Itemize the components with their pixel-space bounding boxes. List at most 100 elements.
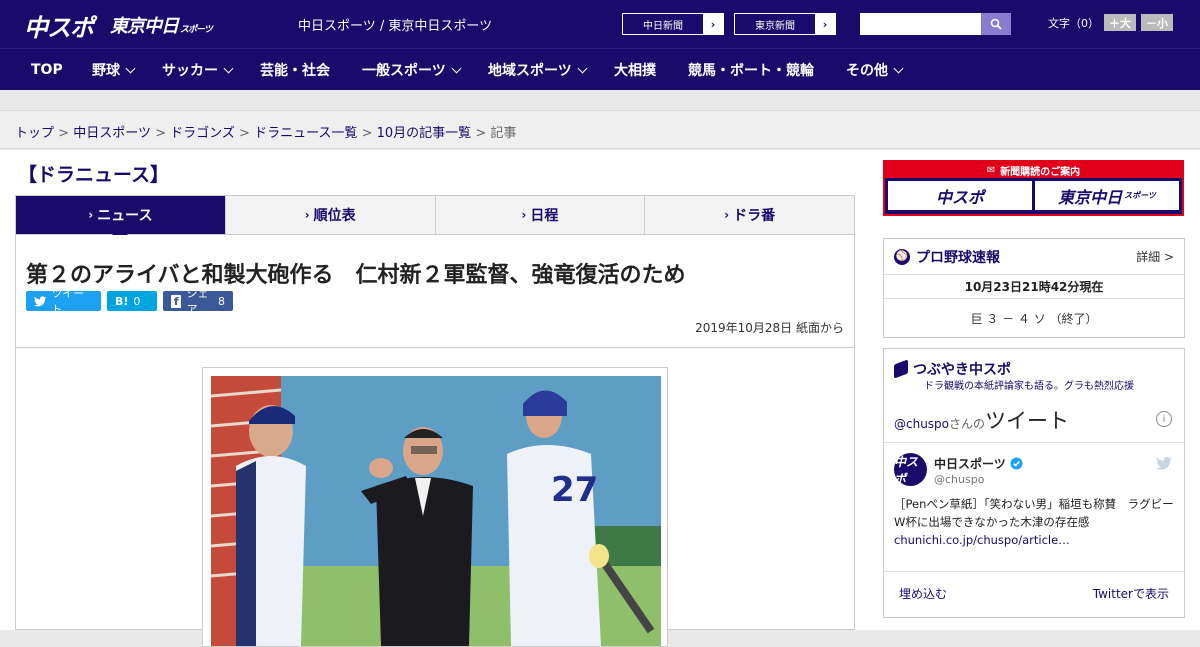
nav-item-sumo[interactable]: 大相撲 [614, 49, 656, 91]
tokyo-chunichi-logo-sub: スポーツ [180, 25, 213, 35]
megaphone-icon [894, 359, 908, 379]
tokyo-chunichi-logo-text: 東京中日 [110, 16, 179, 37]
score-game-row[interactable]: 巨 ３ － ４ ソ （終了） [884, 299, 1184, 337]
scores-detail-link[interactable]: 詳細 > [1136, 248, 1174, 265]
share-buttons: ツイート B! 0 f シェア 8 [26, 287, 233, 316]
subscription-logos: 中スポ 東京中日 スポーツ [885, 178, 1182, 213]
breadcrumb-bar: トップ > 中日スポーツ > ドラゴンズ > ドラニュース一覧 > 10月の記事… [0, 110, 1200, 149]
subscribe-tokyo-chunichi-label: 東京中日 [1058, 187, 1123, 207]
scores-title: プロ野球速報 [916, 249, 1000, 266]
twitter-bird-icon[interactable] [1156, 455, 1172, 474]
tab-label: ドラ番 [733, 208, 776, 224]
tweet-author-handle[interactable]: @chuspo [934, 473, 984, 486]
nav-item-top[interactable]: TOP [31, 49, 63, 91]
nav-item-baseball[interactable]: 野球 [92, 49, 136, 91]
nav-item-entertainment[interactable]: 芸能・社会 [260, 49, 330, 91]
embed-link[interactable]: 埋め込む [899, 585, 947, 602]
tweet-author-name: 中日スポーツ [934, 457, 1006, 471]
scores-header: ⚾ プロ野球速報 詳細 > [884, 239, 1184, 275]
main-nav: TOP 野球 サッカー 芸能・社会 一般スポーツ 地域スポーツ 大相撲 競馬・ボ… [0, 48, 1200, 90]
svg-text:27: 27 [551, 470, 598, 510]
subscription-banner[interactable]: ✉ 新聞購読のご案内 中スポ 東京中日 スポーツ [883, 160, 1184, 216]
font-size-control: 文字（0） ＋大 －小 [1048, 14, 1173, 31]
chevron-right-icon: › [724, 208, 730, 222]
info-icon[interactable]: i [1156, 411, 1172, 427]
hatena-bookmark-button[interactable]: B! 0 [107, 291, 157, 311]
tokyo-chunichi-logo[interactable]: 東京中日 スポーツ [110, 12, 213, 38]
article-photo[interactable]: 27 [211, 376, 661, 646]
subscribe-chuspo-link[interactable]: 中スポ [888, 181, 1032, 210]
nav-label: 野球 [92, 63, 120, 79]
timeline-handle[interactable]: @chuspo [894, 417, 949, 431]
breadcrumb-link-october-list[interactable]: 10月の記事一覧 [377, 126, 472, 141]
article: 第２のアライバと和製大砲作る 仁村新２軍監督、強竜復活のため ツイート B! 0… [15, 235, 855, 647]
nav-item-soccer[interactable]: サッカー [162, 49, 234, 91]
timeline-tweets-label: ツイート [985, 409, 1070, 433]
chevron-down-icon [125, 63, 136, 73]
section-title: 【ドラニュース】 [18, 164, 170, 186]
nav-item-other[interactable]: その他 [846, 49, 904, 91]
chevron-right-icon: › [815, 14, 835, 34]
chevron-right-icon: › [521, 208, 527, 222]
hatena-count: 0 [133, 294, 141, 308]
font-decrease-button[interactable]: －小 [1141, 14, 1173, 31]
subscription-header-label: 新聞購読のご案内 [1000, 166, 1081, 178]
chevron-right-icon: › [88, 208, 94, 222]
breadcrumb-link-top[interactable]: トップ [15, 126, 54, 141]
chuspo-logo[interactable]: 中スポ [24, 8, 94, 43]
facebook-label: シェア [186, 287, 209, 316]
subscribe-tokyo-chunichi-link[interactable]: 東京中日 スポーツ [1035, 181, 1179, 210]
chevron-down-icon [223, 63, 234, 73]
article-headline: 第２のアライバと和製大砲作る 仁村新２軍監督、強竜復活のため [26, 263, 686, 288]
search-button[interactable] [981, 13, 1011, 35]
divider [16, 347, 854, 348]
breadcrumb-separator: > [475, 126, 487, 141]
font-increase-button[interactable]: ＋大 [1104, 14, 1136, 31]
chunichi-shimbun-button[interactable]: 中日新聞 › [622, 13, 724, 35]
search-icon [990, 18, 1002, 30]
tweet-author[interactable]: 中日スポーツ [934, 455, 1023, 472]
tweet-body: ［Penペン草紙］「笑わない男」稲垣も称賛 ラグビーW杯に出場できなかった木津の… [894, 497, 1174, 529]
breadcrumb-separator: > [155, 126, 166, 141]
tweet-label: ツイート [51, 287, 85, 316]
font-size-label: 文字（0） [1048, 16, 1099, 30]
tab-standings[interactable]: › 順位表 [226, 196, 436, 234]
tweet-button[interactable]: ツイート [26, 287, 101, 316]
breadcrumb-link-chunichi-sports[interactable]: 中日スポーツ [73, 126, 151, 141]
avatar[interactable]: 中スポ [894, 453, 927, 486]
nav-label: 大相撲 [614, 63, 656, 79]
view-on-twitter-link[interactable]: Twitterで表示 [1093, 585, 1169, 602]
tab-reporters[interactable]: › ドラ番 [645, 196, 854, 234]
nav-item-local-sports[interactable]: 地域スポーツ [488, 49, 588, 91]
nav-label: 地域スポーツ [488, 63, 572, 79]
breadcrumb-link-dra-news-list[interactable]: ドラニュース一覧 [254, 126, 357, 141]
article-date: 2019年10月28日 紙面から [695, 321, 844, 335]
chevron-right-icon: › [703, 14, 723, 34]
baseball-photo-image: 27 [211, 376, 661, 646]
nav-item-general-sports[interactable]: 一般スポーツ [362, 49, 462, 91]
tweet-link[interactable]: chunichi.co.jp/chuspo/article… [894, 533, 1070, 547]
spacer [0, 90, 1200, 110]
nav-item-racing[interactable]: 競馬・ボート・競輪 [688, 49, 814, 91]
divider [884, 571, 1184, 572]
tab-schedule[interactable]: › 日程 [436, 196, 646, 234]
tokyo-shimbun-button[interactable]: 東京新聞 › [734, 13, 836, 35]
nav-label: サッカー [162, 63, 218, 79]
tab-label: ニュース [97, 208, 153, 224]
timeline-handle-suffix: さんの [949, 417, 986, 431]
tweet-text: ［Penペン草紙］「笑わない男」稲垣も称賛 ラグビーW杯に出場できなかった木津の… [894, 495, 1179, 549]
chunichi-shimbun-label: 中日新聞 [643, 20, 683, 32]
tab-label: 日程 [530, 208, 559, 224]
breadcrumb-separator: > [239, 126, 250, 141]
tab-news[interactable]: › ニュース [16, 196, 226, 242]
facebook-count: 8 [218, 294, 225, 308]
search-input[interactable] [860, 13, 981, 35]
breadcrumb-separator: > [58, 126, 70, 141]
breadcrumb-link-dragons[interactable]: ドラゴンズ [170, 126, 235, 141]
tokyo-shimbun-label: 東京新聞 [755, 20, 795, 32]
scores-timestamp: 10月23日21時42分現在 [884, 275, 1184, 299]
divider [884, 442, 1184, 443]
search-box [860, 13, 1011, 35]
facebook-share-button[interactable]: f シェア 8 [163, 287, 233, 316]
subscribe-tokyo-chunichi-sub: スポーツ [1124, 191, 1156, 200]
